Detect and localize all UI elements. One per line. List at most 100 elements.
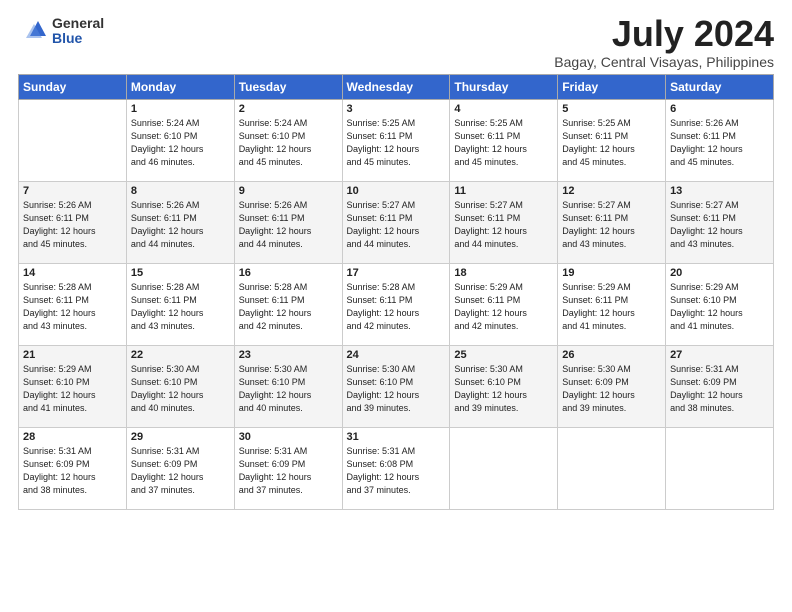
day-detail: Sunrise: 5:26 AM Sunset: 6:11 PM Dayligh… <box>23 199 122 251</box>
title-block: July 2024 Bagay, Central Visayas, Philip… <box>554 16 774 70</box>
day-detail: Sunrise: 5:26 AM Sunset: 6:11 PM Dayligh… <box>239 199 338 251</box>
calendar-cell: 6 Sunrise: 5:26 AM Sunset: 6:11 PM Daylig… <box>666 100 774 182</box>
calendar-cell: 31 Sunrise: 5:31 AM Sunset: 6:08 PM Dayli… <box>342 428 450 510</box>
calendar-table: SundayMondayTuesdayWednesdayThursdayFrid… <box>18 74 774 510</box>
day-detail: Sunrise: 5:30 AM Sunset: 6:10 PM Dayligh… <box>239 363 338 415</box>
day-detail: Sunrise: 5:31 AM Sunset: 6:09 PM Dayligh… <box>131 445 230 497</box>
day-detail: Sunrise: 5:29 AM Sunset: 6:10 PM Dayligh… <box>23 363 122 415</box>
day-detail: Sunrise: 5:31 AM Sunset: 6:09 PM Dayligh… <box>670 363 769 415</box>
calendar-cell: 21 Sunrise: 5:29 AM Sunset: 6:10 PM Dayli… <box>19 346 127 428</box>
day-number: 31 <box>347 431 446 443</box>
calendar-week-row: 1 Sunrise: 5:24 AM Sunset: 6:10 PM Daylig… <box>19 100 774 182</box>
day-number: 12 <box>562 185 661 197</box>
calendar-cell: 27Sunrise: 5:31 AM Sunset: 6:09 PM Dayli… <box>666 346 774 428</box>
logo-blue-text: Blue <box>52 31 104 46</box>
calendar-cell: 12 Sunrise: 5:27 AM Sunset: 6:11 PM Dayli… <box>558 182 666 264</box>
day-detail: Sunrise: 5:27 AM Sunset: 6:11 PM Dayligh… <box>347 199 446 251</box>
calendar-cell: 29 Sunrise: 5:31 AM Sunset: 6:09 PM Dayli… <box>126 428 234 510</box>
calendar-cell: 17Sunrise: 5:28 AM Sunset: 6:11 PM Dayli… <box>342 264 450 346</box>
day-detail: Sunrise: 5:26 AM Sunset: 6:11 PM Dayligh… <box>670 117 769 169</box>
calendar-cell <box>19 100 127 182</box>
day-number: 19 <box>562 267 661 279</box>
day-detail: Sunrise: 5:27 AM Sunset: 6:11 PM Dayligh… <box>562 199 661 251</box>
day-number: 13 <box>670 185 769 197</box>
calendar-cell: 8Sunrise: 5:26 AM Sunset: 6:11 PM Daylig… <box>126 182 234 264</box>
day-number: 4 <box>454 103 553 115</box>
calendar-cell: 20 Sunrise: 5:29 AM Sunset: 6:10 PM Dayli… <box>666 264 774 346</box>
day-number: 26 <box>562 349 661 361</box>
calendar-cell: 25 Sunrise: 5:30 AM Sunset: 6:10 PM Dayli… <box>450 346 558 428</box>
logo: General Blue <box>18 16 104 47</box>
day-number: 30 <box>239 431 338 443</box>
calendar-cell: 10 Sunrise: 5:27 AM Sunset: 6:11 PM Dayli… <box>342 182 450 264</box>
day-number: 5 <box>562 103 661 115</box>
day-detail: Sunrise: 5:25 AM Sunset: 6:11 PM Dayligh… <box>562 117 661 169</box>
calendar-week-row: 14 Sunrise: 5:28 AM Sunset: 6:11 PM Dayli… <box>19 264 774 346</box>
calendar-week-row: 7 Sunrise: 5:26 AM Sunset: 6:11 PM Daylig… <box>19 182 774 264</box>
day-detail: Sunrise: 5:31 AM Sunset: 6:08 PM Dayligh… <box>347 445 446 497</box>
day-number: 17 <box>347 267 446 279</box>
day-number: 22 <box>131 349 230 361</box>
day-detail: Sunrise: 5:30 AM Sunset: 6:10 PM Dayligh… <box>454 363 553 415</box>
weekday-header: Wednesday <box>342 75 450 100</box>
weekday-header: Sunday <box>19 75 127 100</box>
day-number: 9 <box>239 185 338 197</box>
logo-icon <box>18 16 48 46</box>
calendar-week-row: 28 Sunrise: 5:31 AM Sunset: 6:09 PM Dayli… <box>19 428 774 510</box>
day-detail: Sunrise: 5:28 AM Sunset: 6:11 PM Dayligh… <box>239 281 338 333</box>
day-number: 15 <box>131 267 230 279</box>
day-detail: Sunrise: 5:31 AM Sunset: 6:09 PM Dayligh… <box>239 445 338 497</box>
calendar-cell: 23 Sunrise: 5:30 AM Sunset: 6:10 PM Dayli… <box>234 346 342 428</box>
day-number: 29 <box>131 431 230 443</box>
weekday-header: Friday <box>558 75 666 100</box>
day-number: 3 <box>347 103 446 115</box>
calendar-cell: 2Sunrise: 5:24 AM Sunset: 6:10 PM Daylig… <box>234 100 342 182</box>
calendar-cell: 16 Sunrise: 5:28 AM Sunset: 6:11 PM Dayli… <box>234 264 342 346</box>
day-detail: Sunrise: 5:25 AM Sunset: 6:11 PM Dayligh… <box>347 117 446 169</box>
weekday-header: Monday <box>126 75 234 100</box>
day-detail: Sunrise: 5:28 AM Sunset: 6:11 PM Dayligh… <box>23 281 122 333</box>
day-number: 28 <box>23 431 122 443</box>
day-number: 1 <box>131 103 230 115</box>
logo-general-text: General <box>52 16 104 31</box>
day-detail: Sunrise: 5:28 AM Sunset: 6:11 PM Dayligh… <box>131 281 230 333</box>
day-detail: Sunrise: 5:29 AM Sunset: 6:10 PM Dayligh… <box>670 281 769 333</box>
day-number: 6 <box>670 103 769 115</box>
calendar-cell: 9 Sunrise: 5:26 AM Sunset: 6:11 PM Daylig… <box>234 182 342 264</box>
day-number: 14 <box>23 267 122 279</box>
calendar-cell: 3 Sunrise: 5:25 AM Sunset: 6:11 PM Daylig… <box>342 100 450 182</box>
weekday-header: Saturday <box>666 75 774 100</box>
calendar-title: July 2024 <box>554 16 774 52</box>
day-number: 23 <box>239 349 338 361</box>
day-detail: Sunrise: 5:27 AM Sunset: 6:11 PM Dayligh… <box>454 199 553 251</box>
calendar-cell: 13 Sunrise: 5:27 AM Sunset: 6:11 PM Dayli… <box>666 182 774 264</box>
calendar-cell: 1 Sunrise: 5:24 AM Sunset: 6:10 PM Daylig… <box>126 100 234 182</box>
calendar-cell: 7 Sunrise: 5:26 AM Sunset: 6:11 PM Daylig… <box>19 182 127 264</box>
logo-text: General Blue <box>52 16 104 47</box>
weekday-header: Thursday <box>450 75 558 100</box>
calendar-cell: 30 Sunrise: 5:31 AM Sunset: 6:09 PM Dayli… <box>234 428 342 510</box>
day-number: 25 <box>454 349 553 361</box>
calendar-week-row: 21 Sunrise: 5:29 AM Sunset: 6:10 PM Dayli… <box>19 346 774 428</box>
day-detail: Sunrise: 5:26 AM Sunset: 6:11 PM Dayligh… <box>131 199 230 251</box>
day-number: 7 <box>23 185 122 197</box>
calendar-cell <box>666 428 774 510</box>
header-row: SundayMondayTuesdayWednesdayThursdayFrid… <box>19 75 774 100</box>
day-detail: Sunrise: 5:24 AM Sunset: 6:10 PM Dayligh… <box>131 117 230 169</box>
day-number: 10 <box>347 185 446 197</box>
day-number: 20 <box>670 267 769 279</box>
day-number: 16 <box>239 267 338 279</box>
day-detail: Sunrise: 5:29 AM Sunset: 6:11 PM Dayligh… <box>454 281 553 333</box>
weekday-header: Tuesday <box>234 75 342 100</box>
day-number: 18 <box>454 267 553 279</box>
calendar-cell: 15 Sunrise: 5:28 AM Sunset: 6:11 PM Dayli… <box>126 264 234 346</box>
day-number: 21 <box>23 349 122 361</box>
day-detail: Sunrise: 5:27 AM Sunset: 6:11 PM Dayligh… <box>670 199 769 251</box>
calendar-cell: 14 Sunrise: 5:28 AM Sunset: 6:11 PM Dayli… <box>19 264 127 346</box>
calendar-subtitle: Bagay, Central Visayas, Philippines <box>554 54 774 70</box>
calendar-cell <box>558 428 666 510</box>
day-detail: Sunrise: 5:30 AM Sunset: 6:10 PM Dayligh… <box>131 363 230 415</box>
calendar-cell: 18 Sunrise: 5:29 AM Sunset: 6:11 PM Dayli… <box>450 264 558 346</box>
day-detail: Sunrise: 5:24 AM Sunset: 6:10 PM Dayligh… <box>239 117 338 169</box>
day-detail: Sunrise: 5:30 AM Sunset: 6:10 PM Dayligh… <box>347 363 446 415</box>
